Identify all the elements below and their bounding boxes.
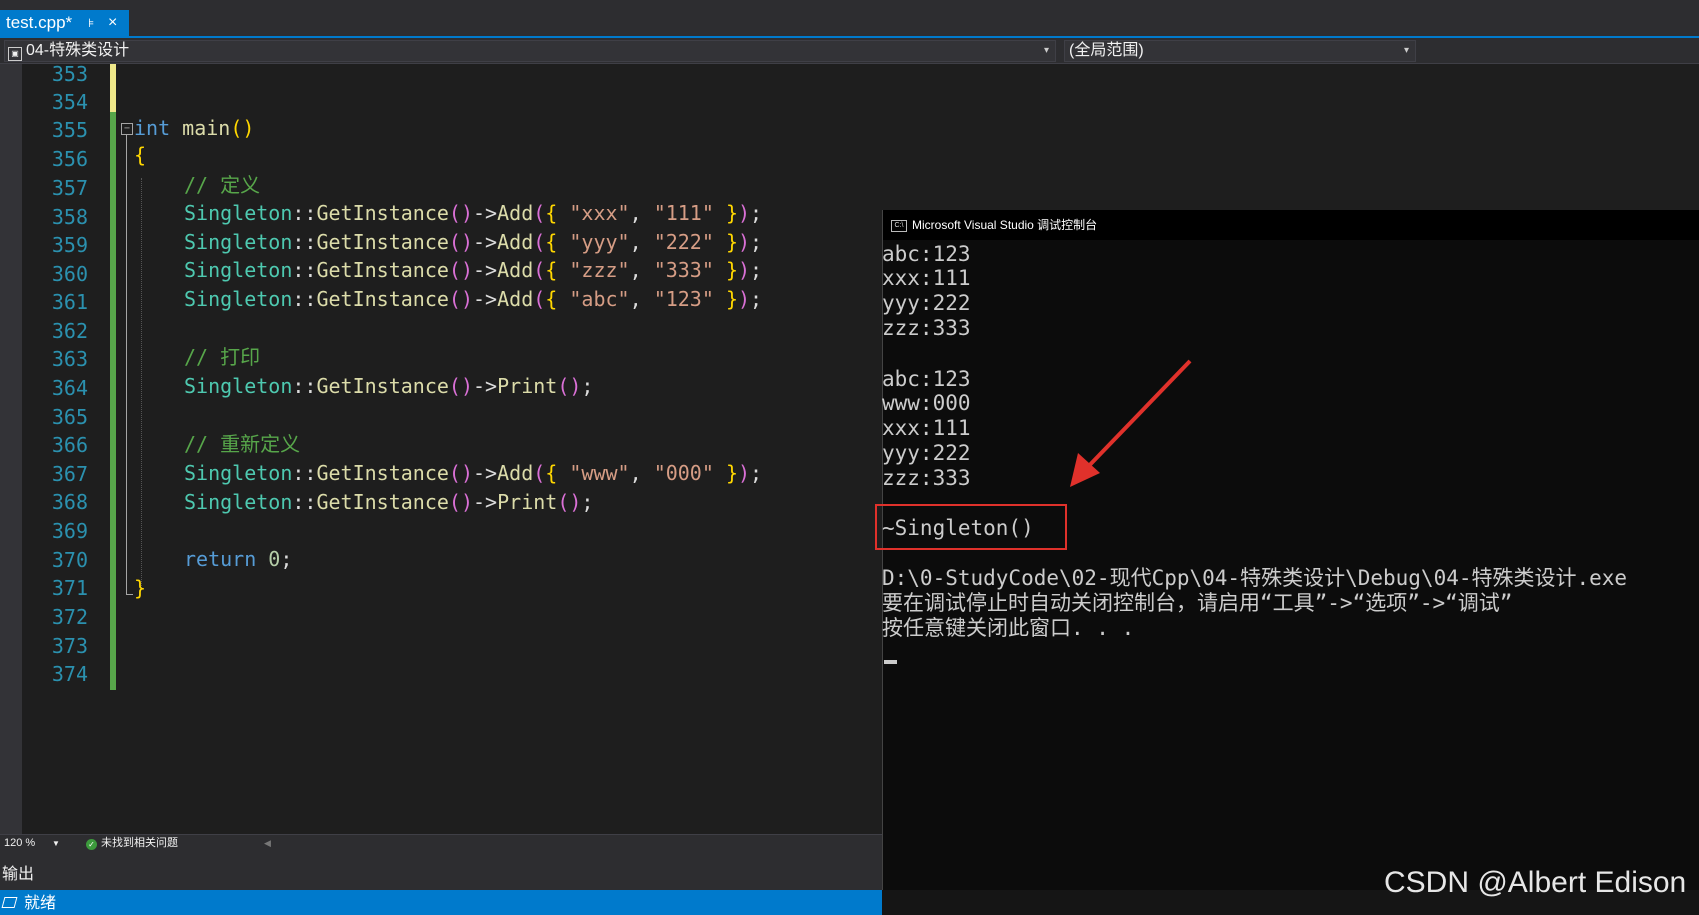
- console-line: zzz:333: [882, 316, 971, 340]
- code-line-355: int main(): [134, 116, 255, 140]
- code-line-359: Singleton::GetInstance()->Add({ "yyy", "…: [184, 230, 763, 254]
- fold-guide: [126, 135, 127, 595]
- code-editor[interactable]: [0, 64, 882, 834]
- code-line-364: Singleton::GetInstance()->Print();: [184, 374, 594, 398]
- change-bar-saved: [110, 112, 116, 690]
- code-line-361: Singleton::GetInstance()->Add({ "abc", "…: [184, 287, 763, 311]
- line-number: 356: [51, 147, 88, 171]
- status-bar: 就绪: [0, 890, 882, 915]
- editor-left-margin: [0, 64, 22, 834]
- code-line-366: // 重新定义: [184, 432, 301, 456]
- line-number: 371: [51, 576, 88, 600]
- line-number: 370: [51, 548, 88, 572]
- tab-filename: test.cpp*: [6, 13, 73, 32]
- line-number: 355: [51, 118, 88, 142]
- line-number: 373: [51, 634, 88, 658]
- code-line-360: Singleton::GetInstance()->Add({ "zzz", "…: [184, 258, 763, 282]
- status-text: 就绪: [24, 893, 57, 912]
- chevron-down-icon: ▾: [1043, 45, 1049, 56]
- zoom-level[interactable]: 120 %: [4, 835, 35, 852]
- line-number: 367: [51, 462, 88, 486]
- code-line-368: Singleton::GetInstance()->Print();: [184, 490, 594, 514]
- console-line: 按任意键关闭此窗口. . .: [882, 616, 1135, 640]
- annotation-arrow-icon: [1070, 359, 1192, 487]
- pin-icon[interactable]: ⊧: [88, 10, 94, 36]
- debug-console-window[interactable]: C:\ Microsoft Visual Studio 调试控制台: [882, 210, 1699, 915]
- line-number: 362: [51, 319, 88, 343]
- code-line-357: // 定义: [184, 173, 261, 197]
- console-cursor: [884, 660, 897, 664]
- console-line: yyy:222: [882, 291, 971, 315]
- ready-icon: [1, 897, 18, 908]
- scope-dropdown[interactable]: (全局范围) ▾: [1064, 40, 1416, 62]
- console-line: D:\0-StudyCode\02-现代Cpp\04-特殊类设计\Debug\0…: [882, 566, 1628, 590]
- line-number: 364: [51, 376, 88, 400]
- output-panel: 输出: [0, 852, 882, 890]
- code-line-363: // 打印: [184, 345, 261, 369]
- check-circle-icon: ✓: [86, 839, 97, 850]
- code-line-367: Singleton::GetInstance()->Add({ "www", "…: [184, 461, 763, 485]
- console-line: xxx:111: [882, 266, 971, 290]
- scroll-left-icon[interactable]: ◀: [264, 835, 271, 852]
- console-line: abc:123: [882, 242, 971, 266]
- console-line: 要在调试停止时自动关闭控制台，请启用“工具”->“选项”->“调试”: [882, 591, 1513, 615]
- editor-status-bar: 120 % ▼ ✓ 未找到相关问题 ◀: [0, 834, 882, 852]
- tab-test-cpp[interactable]: test.cpp* ⊧ ×: [0, 10, 129, 36]
- line-number: 360: [51, 262, 88, 286]
- console-title-bar[interactable]: C:\ Microsoft Visual Studio 调试控制台: [883, 210, 1699, 240]
- project-dropdown[interactable]: ▣ 04-特殊类设计 ▾: [4, 40, 1056, 62]
- line-number: 374: [51, 662, 88, 686]
- console-line: zzz:333: [882, 466, 971, 490]
- line-number: 359: [51, 233, 88, 257]
- project-name: 04-特殊类设计: [26, 42, 130, 59]
- code-line-370: return 0;: [184, 547, 293, 571]
- watermark: CSDN @Albert Edison: [1384, 866, 1687, 899]
- chevron-down-icon: ▾: [1403, 45, 1409, 56]
- code-line-371: }: [134, 576, 147, 600]
- project-icon: ▣: [8, 47, 22, 61]
- indent-guide: [141, 178, 142, 588]
- tab-strip: test.cpp* ⊧ ×: [0, 0, 1699, 38]
- console-app-icon: C:\: [891, 220, 907, 232]
- collapse-toggle[interactable]: −: [121, 123, 133, 135]
- line-number: 366: [51, 433, 88, 457]
- line-number: 354: [51, 90, 88, 114]
- console-line: yyy:222: [882, 441, 971, 465]
- line-number: 353: [51, 62, 88, 86]
- chevron-down-icon[interactable]: ▼: [52, 835, 60, 852]
- line-number: 365: [51, 405, 88, 429]
- console-title: Microsoft Visual Studio 调试控制台: [912, 218, 1098, 232]
- issues-text: 未找到相关问题: [101, 837, 178, 849]
- console-line: www:000: [882, 391, 971, 415]
- console-line: xxx:111: [882, 416, 971, 440]
- code-line-356: {: [134, 143, 147, 167]
- line-number: 358: [51, 205, 88, 229]
- change-bar-unsaved: [110, 64, 116, 112]
- line-number: 357: [51, 176, 88, 200]
- line-number: 369: [51, 519, 88, 543]
- code-line-358: Singleton::GetInstance()->Add({ "xxx", "…: [184, 201, 763, 225]
- output-panel-title[interactable]: 输出: [2, 860, 34, 884]
- annotation-highlight-box: [875, 504, 1067, 550]
- line-number: 361: [51, 290, 88, 314]
- scope-name: (全局范围): [1069, 42, 1144, 59]
- fold-guide-end: [126, 594, 133, 595]
- line-number: 363: [51, 347, 88, 371]
- issues-indicator[interactable]: ✓ 未找到相关问题: [86, 835, 178, 852]
- console-line: abc:123: [882, 367, 971, 391]
- close-icon[interactable]: ×: [108, 10, 117, 36]
- line-number: 368: [51, 490, 88, 514]
- navigation-bar: ▣ 04-特殊类设计 ▾ (全局范围) ▾: [0, 38, 1699, 64]
- line-number: 372: [51, 605, 88, 629]
